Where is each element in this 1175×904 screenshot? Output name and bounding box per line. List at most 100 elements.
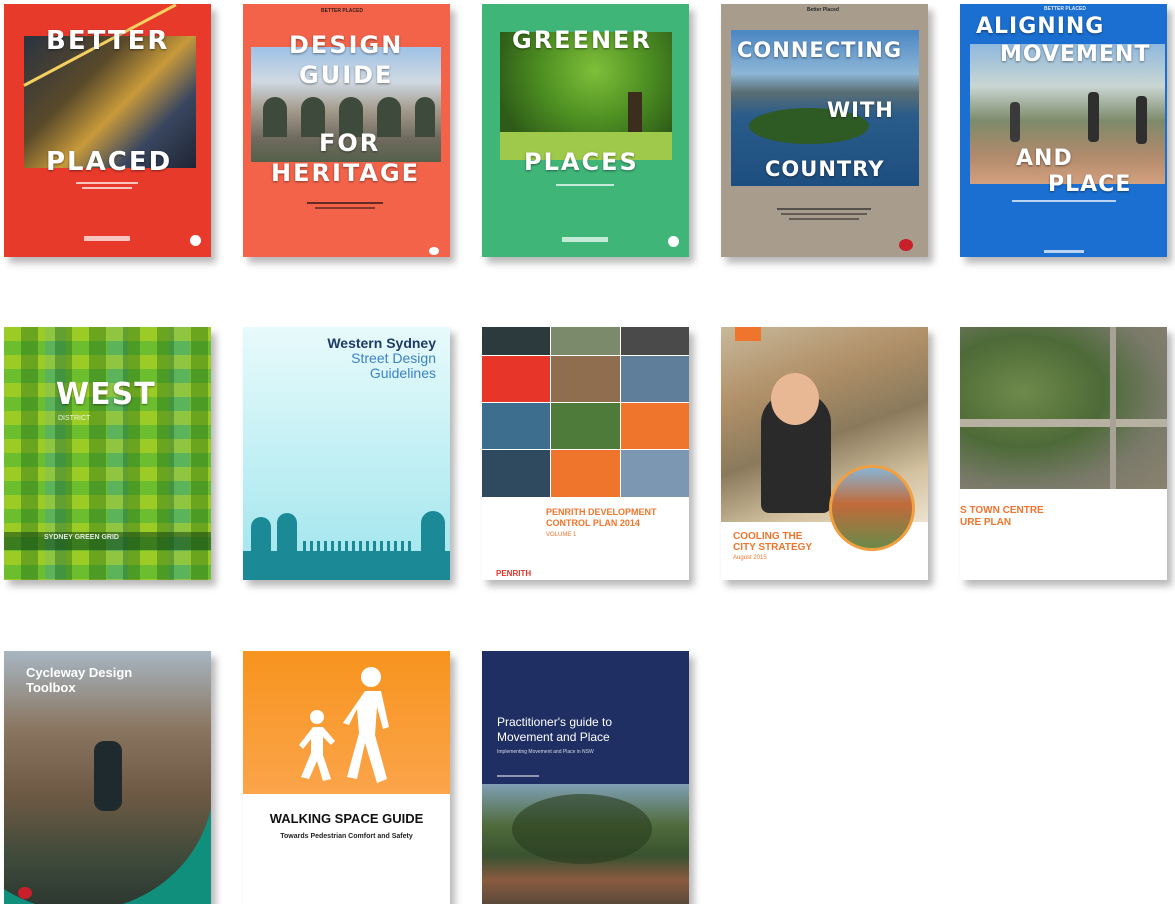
cover-practitioners-guide[interactable]: Practitioner's guide to Movement and Pla… (482, 651, 689, 904)
nsw-logo-icon (429, 247, 439, 255)
arch-icon (377, 97, 401, 137)
cover-accent-tab (735, 327, 761, 341)
nsw-logo-icon (899, 239, 913, 251)
tree-silhouette-icon (421, 511, 445, 555)
cover-title: WEST (56, 377, 156, 412)
child-body (299, 727, 335, 781)
cover-title-line-2: MOVEMENT (1000, 42, 1151, 67)
cover-aerial-photo (960, 327, 1167, 489)
grid-tile (482, 356, 550, 402)
cover-greener-places[interactable]: GREENER PLACES (482, 4, 689, 257)
tree-silhouette-icon (251, 517, 271, 555)
cover-title-line-2: PLACED (46, 147, 173, 177)
grid-tile (482, 450, 550, 497)
adult-head (361, 667, 381, 687)
cover-title-line-4: HERITAGE (271, 159, 421, 187)
grid-tile (551, 403, 620, 449)
cover-footer: PENRITH (496, 569, 532, 578)
cover-title-line-1: ALIGNING (976, 14, 1105, 39)
cover-subtitle: Implementing Movement and Place in NSW (497, 749, 594, 755)
person-icon (1088, 92, 1099, 142)
arch-icon (263, 97, 287, 137)
arch-icon (415, 97, 435, 137)
cover-title-line-3: AND (1016, 146, 1073, 171)
cover-title-line-1: GREENER (512, 26, 652, 54)
cover-title-line-2: Toolbox (26, 680, 76, 695)
cover-logo-text (84, 236, 130, 241)
cover-header: Better Placed (807, 7, 839, 13)
cover-aligning-movement-place[interactable]: BETTER PLACED ALIGNING MOVEMENT AND PLAC… (960, 4, 1167, 257)
cover-volume: VOLUME 1 (546, 532, 577, 538)
cover-subtitle: Towards Pedestrian Comfort and Safety (280, 833, 413, 840)
cover-title-line-2: PLACES (524, 148, 639, 176)
cover-small-text (789, 218, 859, 220)
cover-title-line-3: FOR (319, 129, 381, 157)
cover-title-line-3: COUNTRY (765, 157, 885, 181)
cover-small-text (1012, 200, 1116, 202)
cover-title-line-1: Western Sydney (327, 335, 436, 351)
cover-subtitle: DISTRICT (58, 415, 91, 422)
cover-west-district[interactable]: WEST DISTRICT SYDNEY GREEN GRID (4, 327, 211, 580)
cover-title-line-1: S TOWN CENTRE (960, 505, 1044, 516)
cover-title-line-4: PLACE (1048, 172, 1132, 197)
cover-photo (482, 784, 689, 904)
child-face (771, 373, 819, 425)
cover-small-text (777, 208, 871, 210)
grid-tile (482, 327, 550, 355)
cover-small-text (497, 775, 539, 777)
road (1110, 327, 1116, 489)
cover-small-text (307, 202, 383, 204)
cover-design-guide-heritage[interactable]: BETTER PLACED DESIGN GUIDE FOR HERITAGE (243, 4, 450, 257)
cover-connecting-with-country[interactable]: Better Placed CONNECTING WITH COUNTRY (721, 4, 928, 257)
grid-tile (551, 450, 620, 497)
cover-footer: SYDNEY GREEN GRID (44, 534, 119, 541)
building-photo-circle (829, 465, 915, 551)
cover-title-line-1: DESIGN (289, 31, 404, 59)
cover-better-placed[interactable]: BETTER PLACED (4, 4, 211, 257)
cover-title-line-1: PENRITH DEVELOPMENT (546, 507, 657, 517)
cover-small-text (315, 207, 375, 209)
cover-small-text (82, 187, 132, 189)
cover-western-sydney-street-design[interactable]: Western Sydney Street Design Guidelines (243, 327, 450, 580)
nsw-logo-icon (18, 887, 32, 899)
cover-small-text (76, 182, 138, 184)
cover-title-line-2: WITH (827, 98, 894, 122)
cover-town-centre-plan[interactable]: S TOWN CENTRE URE PLAN (960, 327, 1167, 580)
nsw-logo-icon (190, 235, 201, 246)
cover-title-line-2: URE PLAN (960, 517, 1012, 528)
grid-tile (621, 403, 689, 449)
grid-tile (551, 327, 620, 355)
cover-walking-space-guide[interactable]: WALKING SPACE GUIDE Towards Pedestrian C… (243, 651, 450, 904)
grid-tile (621, 356, 689, 402)
child-head (310, 710, 324, 724)
nsw-logo-icon (668, 236, 679, 247)
tree-silhouette-icon (277, 513, 297, 555)
cover-date: August 2015 (733, 555, 767, 561)
cover-title-line-1: Practitioner's guide to (497, 715, 613, 729)
cover-header: BETTER PLACED (1044, 6, 1086, 12)
tree-branches (512, 794, 652, 864)
person-icon (1010, 102, 1020, 142)
cover-title-line-1: BETTER (46, 26, 170, 56)
person-icon (1136, 96, 1147, 144)
grid-tile (621, 327, 689, 355)
grid-tile (551, 356, 620, 402)
cover-title: WALKING SPACE GUIDE (269, 811, 424, 826)
cover-header: BETTER PLACED (321, 8, 363, 14)
grid-tile (482, 403, 550, 449)
cover-title-line-2: CITY STRATEGY (733, 542, 813, 553)
cover-cooling-the-city[interactable]: COOLING THE CITY STRATEGY August 2015 (721, 327, 928, 580)
cover-title-line-1: CONNECTING (737, 38, 903, 62)
cover-logo-text (562, 237, 608, 242)
cover-title-line-1: Cycleway Design (26, 665, 133, 680)
walking-adult-and-child-icon (299, 667, 389, 783)
cover-logo-text (1044, 250, 1084, 253)
grass-band (303, 541, 413, 551)
cover-title-line-2: CONTROL PLAN 2014 (546, 518, 640, 528)
photo-grid (482, 327, 689, 497)
cover-cycleway-design-toolbox[interactable]: Cycleway Design Toolbox (4, 651, 211, 904)
cover-title-line-2: GUIDE (299, 61, 394, 89)
cover-small-text (556, 184, 614, 186)
cover-penrith-dcp[interactable]: PENRITH DEVELOPMENT CONTROL PLAN 2014 VO… (482, 327, 689, 580)
grid-tile (621, 450, 689, 497)
